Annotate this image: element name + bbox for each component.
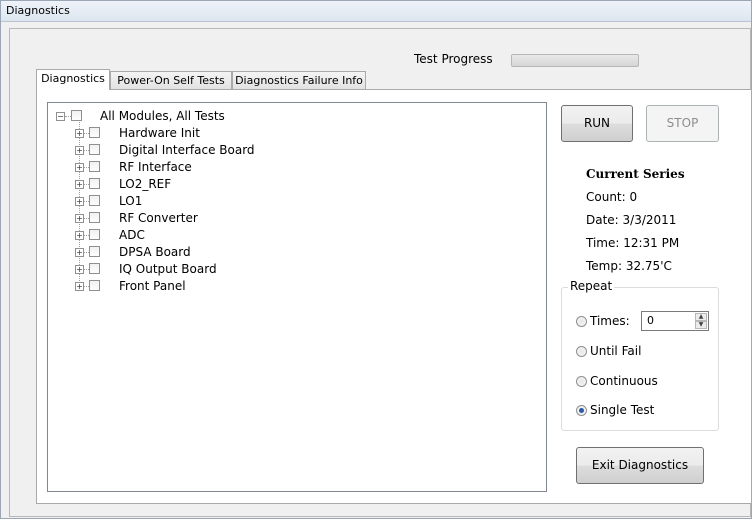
expand-icon[interactable]: + bbox=[75, 197, 84, 206]
tree-item-checkbox[interactable] bbox=[89, 195, 100, 206]
radio-until-fail[interactable] bbox=[576, 346, 587, 357]
series-date: Date: 3/3/2011 bbox=[586, 213, 677, 227]
radio-times[interactable] bbox=[576, 316, 587, 327]
tree-item-label: RF Converter bbox=[119, 211, 198, 225]
expand-icon[interactable]: + bbox=[75, 265, 84, 274]
series-time: Time: 12:31 PM bbox=[586, 236, 680, 250]
tree-item-label: RF Interface bbox=[119, 160, 192, 174]
tree-root-label: All Modules, All Tests bbox=[100, 109, 225, 123]
repeat-group-label: Repeat bbox=[568, 279, 615, 293]
times-value[interactable]: 0 bbox=[647, 314, 654, 327]
tree-item-label: LO1 bbox=[119, 194, 143, 208]
radio-until-fail-label[interactable]: Until Fail bbox=[590, 344, 641, 358]
test-progress-label: Test Progress bbox=[414, 52, 493, 66]
window-title: Diagnostics bbox=[6, 4, 70, 17]
stop-button[interactable]: STOP bbox=[646, 105, 719, 142]
expand-icon[interactable]: + bbox=[75, 129, 84, 138]
title-bar[interactable]: Diagnostics bbox=[1, 1, 751, 22]
spin-down-icon[interactable]: ▼ bbox=[695, 321, 707, 329]
tree-item-checkbox[interactable] bbox=[89, 144, 100, 155]
radio-continuous-label[interactable]: Continuous bbox=[590, 374, 658, 388]
expand-icon[interactable]: + bbox=[75, 248, 84, 257]
times-spinbox[interactable]: 0 ▲ ▼ bbox=[641, 311, 709, 331]
radio-single-test[interactable] bbox=[576, 405, 587, 416]
run-button[interactable]: RUN bbox=[561, 105, 633, 142]
current-series-title: Current Series bbox=[586, 167, 685, 181]
tree-item-checkbox[interactable] bbox=[89, 280, 100, 291]
tree-item-checkbox[interactable] bbox=[89, 212, 100, 223]
expand-icon[interactable]: + bbox=[75, 282, 84, 291]
spin-up-icon[interactable]: ▲ bbox=[695, 313, 707, 321]
checkbox-all-modules[interactable] bbox=[71, 110, 82, 121]
tree-item-label: Front Panel bbox=[119, 279, 186, 293]
radio-continuous[interactable] bbox=[576, 376, 587, 387]
expand-icon[interactable]: + bbox=[75, 214, 84, 223]
tree-item-label: DPSA Board bbox=[119, 245, 191, 259]
tree-item-checkbox[interactable] bbox=[89, 263, 100, 274]
test-progress-bar bbox=[511, 54, 639, 67]
tab-power-on-self-tests[interactable]: Power-On Self Tests bbox=[110, 71, 232, 89]
tree-item-label: Digital Interface Board bbox=[119, 143, 255, 157]
tree-item-label: LO2_REF bbox=[119, 177, 172, 191]
expand-icon[interactable]: + bbox=[75, 163, 84, 172]
diagnostics-window: Diagnostics Test Progress Diagnostics Po… bbox=[0, 0, 752, 519]
expand-icon[interactable]: + bbox=[75, 231, 84, 240]
tree-item-checkbox[interactable] bbox=[89, 161, 100, 172]
tab-diagnostics-failure-info[interactable]: Diagnostics Failure Info bbox=[232, 71, 366, 89]
tree-item-checkbox[interactable] bbox=[89, 246, 100, 257]
tree-item-label: IQ Output Board bbox=[119, 262, 217, 276]
tree-item-checkbox[interactable] bbox=[89, 178, 100, 189]
tab-diagnostics[interactable]: Diagnostics bbox=[36, 69, 110, 90]
series-count: Count: 0 bbox=[586, 190, 638, 204]
radio-single-test-label[interactable]: Single Test bbox=[590, 403, 654, 417]
tree-item-checkbox[interactable] bbox=[89, 127, 100, 138]
tree-item-checkbox[interactable] bbox=[89, 229, 100, 240]
tree-item-label: Hardware Init bbox=[119, 126, 200, 140]
expand-icon[interactable]: + bbox=[75, 146, 84, 155]
collapse-icon[interactable]: − bbox=[56, 112, 65, 121]
spin-buttons: ▲ ▼ bbox=[695, 313, 707, 329]
radio-times-label[interactable]: Times: bbox=[590, 314, 630, 328]
expand-icon[interactable]: + bbox=[75, 180, 84, 189]
exit-diagnostics-button[interactable]: Exit Diagnostics bbox=[576, 447, 704, 484]
tree-item-label: ADC bbox=[119, 228, 145, 242]
series-temp: Temp: 32.75'C bbox=[586, 259, 672, 273]
